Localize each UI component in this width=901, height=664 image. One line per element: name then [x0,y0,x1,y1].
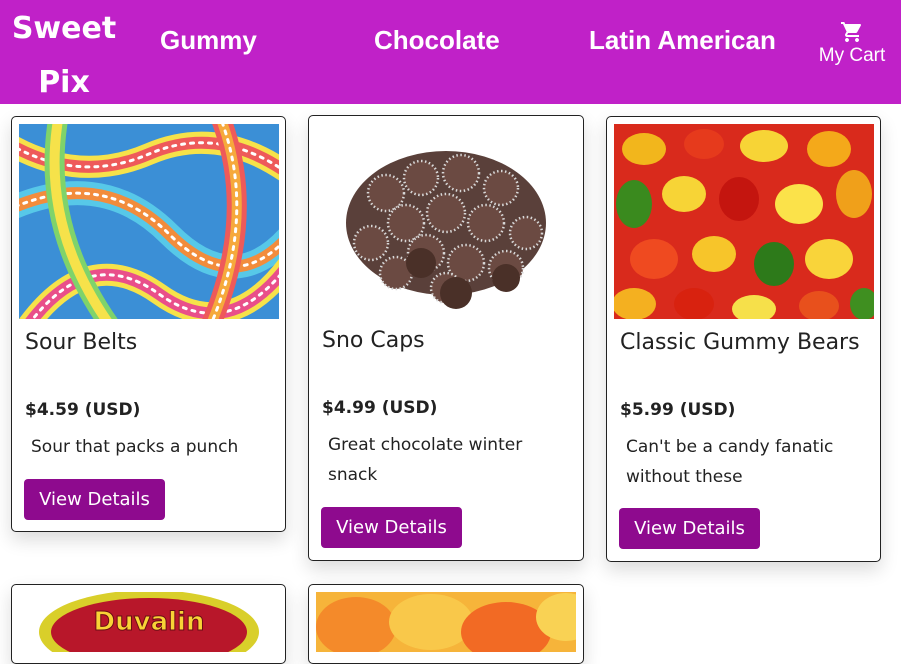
view-details-button[interactable]: View Details [321,507,462,548]
gummy-bears-photo[interactable] [614,124,874,319]
view-details-button[interactable]: View Details [619,508,760,549]
shopping-cart-icon [841,22,862,42]
duvalin-photo[interactable]: Duvalin [19,592,279,652]
nav-link-chocolate[interactable]: Chocolate [374,22,500,58]
product-card: Classic Gummy Bears $5.99 (USD) Can't be… [606,116,881,562]
product-card [308,584,584,664]
product-price: $4.99 (USD) [322,398,438,418]
cart-button[interactable]: My Cart [812,20,892,67]
product-name: Sno Caps [322,328,425,353]
brand-logo[interactable]: Sweet Pix [8,2,120,110]
view-details-button[interactable]: View Details [24,479,165,520]
cart-label: My Cart [818,45,886,66]
duvalin-logo-text: Duvalin [94,607,205,637]
sour-belts-photo[interactable] [19,124,279,319]
product-card: Sno Caps $4.99 (USD) Great chocolate win… [308,115,584,561]
product-description: Great chocolate winter snack [328,435,523,485]
nav-link-latin-american[interactable]: Latin American [589,22,776,58]
peach-rings-photo[interactable] [316,592,576,652]
product-price: $5.99 (USD) [620,400,736,420]
sno-caps-photo[interactable] [316,123,576,318]
product-name: Classic Gummy Bears [620,330,860,355]
product-price: $4.59 (USD) [25,400,141,420]
brand-line-2: Pix [38,65,90,100]
nav-link-gummy[interactable]: Gummy [160,22,257,58]
product-card: Duvalin [11,584,286,664]
product-card: Sour Belts $4.59 (USD) Sour that packs a… [11,116,286,532]
product-description: Can't be a candy fanatic without these [626,437,834,487]
brand-line-1: Sweet [11,11,117,46]
product-description: Sour that packs a punch [31,437,239,457]
top-navbar: Sweet Pix Gummy Chocolate Latin American… [0,0,901,104]
product-name: Sour Belts [25,330,138,355]
